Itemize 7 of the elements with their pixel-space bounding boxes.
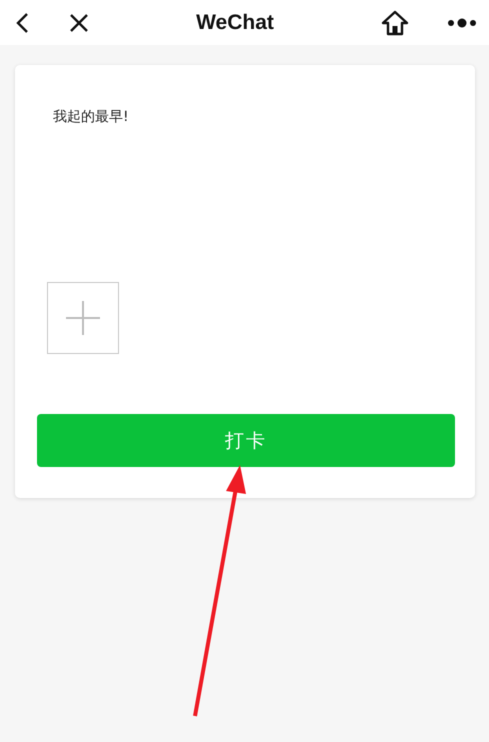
home-icon[interactable] <box>381 10 409 36</box>
close-icon[interactable] <box>69 12 89 32</box>
check-in-button[interactable]: 打卡 <box>37 414 455 467</box>
message-text: 我起的最早! <box>53 108 130 127</box>
window-title: WeChat <box>195 10 275 34</box>
more-icon[interactable] <box>447 16 477 28</box>
plus-icon <box>65 300 101 336</box>
